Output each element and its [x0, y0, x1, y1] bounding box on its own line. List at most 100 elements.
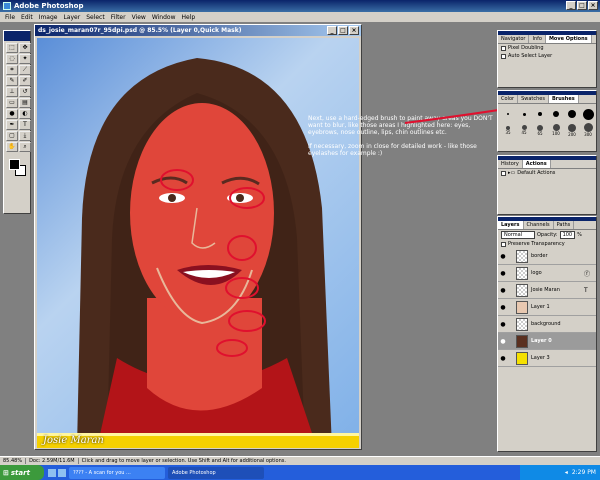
- brush-dot: [522, 112, 526, 116]
- tab-channels[interactable]: Channels: [524, 221, 554, 229]
- menu-view[interactable]: View: [129, 14, 149, 21]
- preserve-transparency-row[interactable]: Preserve Transparency: [498, 240, 596, 248]
- layer-row-layer-3[interactable]: ● Layer 3: [498, 350, 596, 367]
- volume-icon[interactable]: ◂: [565, 469, 568, 476]
- pencil-icon[interactable]: ✐: [19, 76, 31, 86]
- start-button[interactable]: ⊞ start: [0, 465, 44, 480]
- app-title: Adobe Photoshop: [14, 2, 84, 10]
- minimize-button[interactable]: _: [566, 1, 576, 10]
- slice-tool-icon[interactable]: ⟋: [19, 65, 31, 75]
- taskbar-item-photoshop[interactable]: Adobe Photoshop: [168, 466, 264, 479]
- eye-icon[interactable]: ●: [498, 287, 508, 294]
- tab-actions[interactable]: Actions: [522, 160, 551, 168]
- checkbox[interactable]: [501, 241, 506, 247]
- stamp-tool-icon[interactable]: ⊥: [6, 87, 18, 97]
- eye-icon[interactable]: ●: [498, 355, 508, 362]
- brush-preset[interactable]: [549, 107, 563, 121]
- menu-window[interactable]: Window: [149, 14, 179, 21]
- brush-preset[interactable]: [501, 107, 515, 121]
- history-brush-icon[interactable]: ↺: [19, 87, 31, 97]
- brush-preset[interactable]: 300: [581, 123, 595, 137]
- dodge-tool-icon[interactable]: ◐: [19, 109, 31, 119]
- menu-file[interactable]: File: [2, 14, 18, 21]
- doc-close-button[interactable]: ×: [349, 26, 359, 35]
- opacity-input[interactable]: 100: [559, 231, 576, 239]
- taskbar-item-scan[interactable]: ???? - A scan for you ...: [69, 466, 165, 479]
- layer-row-josie-maran[interactable]: ● Josie Maran T: [498, 282, 596, 299]
- browser-icon[interactable]: [48, 468, 56, 477]
- doc-maximize-button[interactable]: □: [338, 26, 348, 35]
- brush-preset[interactable]: 65: [533, 123, 547, 137]
- gradient-icon[interactable]: ▤: [19, 98, 31, 108]
- eye-icon[interactable]: ●: [498, 270, 508, 277]
- windows-taskbar: ⊞ start ???? - A scan for you ... Adobe …: [0, 465, 600, 480]
- brush-preset[interactable]: [517, 107, 531, 121]
- eye-icon[interactable]: ●: [498, 338, 508, 345]
- menu-select[interactable]: Select: [83, 14, 108, 21]
- desktop-icon[interactable]: [58, 468, 66, 477]
- tab-brushes[interactable]: Brushes: [548, 95, 579, 103]
- blur-tool-icon[interactable]: ●: [6, 109, 18, 119]
- foreground-color-swatch[interactable]: [9, 159, 20, 170]
- brush-dot: [553, 111, 559, 117]
- checkbox[interactable]: [501, 170, 506, 176]
- layer-row-layer-1[interactable]: ● Layer 1: [498, 299, 596, 316]
- doc-size-readout[interactable]: Doc: 2.59M/11.6M: [26, 458, 79, 464]
- tab-paths[interactable]: Paths: [554, 221, 575, 229]
- history-panel-tabs: History Actions: [498, 160, 596, 169]
- doc-minimize-button[interactable]: _: [327, 26, 337, 35]
- magic-wand-icon[interactable]: ✦: [19, 54, 31, 64]
- brush-preset[interactable]: 45: [517, 123, 531, 137]
- type-tool-icon[interactable]: T: [19, 120, 31, 130]
- close-button[interactable]: ×: [588, 1, 598, 10]
- maximize-button[interactable]: □: [577, 1, 587, 10]
- layer-thumbnail: [516, 334, 528, 348]
- tab-info[interactable]: Info: [529, 35, 546, 43]
- brush-preset[interactable]: 200: [565, 123, 579, 137]
- brush-preset[interactable]: [565, 107, 579, 121]
- menu-bar: File Edit Image Layer Select Filter View…: [0, 12, 600, 22]
- menu-edit[interactable]: Edit: [18, 14, 36, 21]
- pen-tool-icon[interactable]: ✒: [6, 120, 18, 130]
- tab-move-options[interactable]: Move Options: [545, 35, 592, 43]
- layer-row-background[interactable]: ● background: [498, 316, 596, 333]
- zoom-readout[interactable]: 85.48%: [0, 458, 27, 464]
- lasso-tool-icon[interactable]: ◌: [6, 54, 18, 64]
- eye-icon[interactable]: ●: [498, 253, 508, 260]
- menu-image[interactable]: Image: [36, 14, 61, 21]
- option-pixel-doubling[interactable]: Pixel Doubling: [498, 44, 596, 52]
- crop-tool-icon[interactable]: ⌗: [6, 65, 18, 75]
- eyedropper-icon[interactable]: ⤓: [19, 131, 31, 141]
- options-panel: Navigator Info Move Options Pixel Doubli…: [497, 30, 597, 88]
- brush-icon[interactable]: ✎: [6, 76, 18, 86]
- option-auto-select-layer[interactable]: Auto Select Layer: [498, 52, 596, 60]
- checkbox[interactable]: [501, 53, 506, 59]
- menu-help[interactable]: Help: [179, 14, 199, 21]
- action-set-default[interactable]: ▸▭ Default Actions: [498, 169, 596, 177]
- menu-filter[interactable]: Filter: [108, 14, 129, 21]
- brush-preset[interactable]: 35: [501, 123, 515, 137]
- blend-mode-select[interactable]: Normal: [501, 231, 535, 239]
- move-icon[interactable]: ✥: [19, 43, 31, 53]
- eye-icon[interactable]: ●: [498, 321, 508, 328]
- marquee-tool-icon[interactable]: ⬚: [6, 43, 18, 53]
- checkbox[interactable]: [501, 45, 506, 51]
- layer-row-border[interactable]: ● border: [498, 248, 596, 265]
- menu-layer[interactable]: Layer: [60, 14, 83, 21]
- brush-preset[interactable]: 100: [549, 123, 563, 137]
- tab-color[interactable]: Color: [498, 95, 519, 103]
- eraser-icon[interactable]: ▭: [6, 98, 18, 108]
- zoom-tool-icon[interactable]: ⌕: [19, 142, 31, 152]
- tab-history[interactable]: History: [498, 160, 523, 168]
- tab-swatches[interactable]: Swatches: [518, 95, 549, 103]
- brush-preset[interactable]: [533, 107, 547, 121]
- eye-icon[interactable]: ●: [498, 304, 508, 311]
- tab-layers[interactable]: Layers: [498, 221, 524, 229]
- brush-preset[interactable]: [581, 107, 595, 121]
- hand-tool-icon[interactable]: ✋: [6, 142, 18, 152]
- shape-tool-icon[interactable]: ▢: [6, 131, 18, 141]
- image-canvas[interactable]: Josie Maran: [37, 38, 359, 448]
- layer-row-layer-0[interactable]: ● Layer 0: [498, 333, 596, 350]
- layer-row-logo[interactable]: ● logo ⓕ: [498, 265, 596, 282]
- tab-navigator[interactable]: Navigator: [498, 35, 530, 43]
